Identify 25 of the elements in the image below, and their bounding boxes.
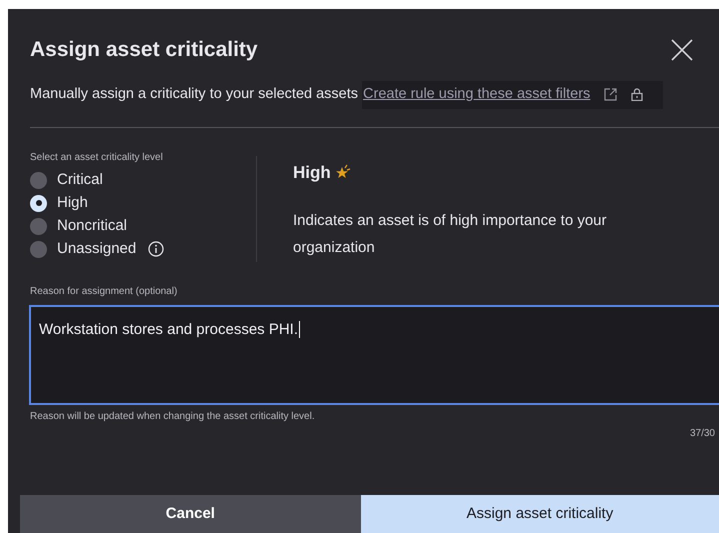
helper-text: Reason will be updated when changing the asset criticality level. <box>29 410 316 424</box>
radio-button[interactable] <box>30 218 47 234</box>
level-description: Indicates an asset is of high importance to your organization <box>293 211 608 258</box>
level-title: High <box>293 162 331 184</box>
reason-text: Workstation stores and processes PHI. <box>39 320 300 338</box>
radio-label[interactable]: High <box>57 192 88 214</box>
lock-icon <box>631 88 644 101</box>
cancel-button[interactable]: Cancel <box>20 495 361 533</box>
field-label: Select an asset criticality level <box>30 150 164 164</box>
radio-label[interactable]: Critical <box>57 168 103 192</box>
reason-textarea[interactable]: Workstation stores and processes PHI. <box>29 304 719 404</box>
radio-button[interactable] <box>30 194 47 212</box>
radio-label[interactable]: Unassigned <box>57 238 136 260</box>
character-count: 37/30 <box>690 426 715 440</box>
create-rule-link[interactable]: Create rule using these asset filters <box>362 84 590 106</box>
field-label: Reason for assignment (optional) <box>29 284 178 298</box>
assign-button[interactable]: Assign asset criticality <box>360 495 719 533</box>
radio-button[interactable] <box>30 172 47 188</box>
external-link-icon[interactable] <box>604 88 618 101</box>
radio-label[interactable]: Noncritical <box>57 214 128 238</box>
radio-button[interactable] <box>30 240 47 258</box>
dialog-title: Assign asset criticality <box>30 37 258 63</box>
subtitle: Manually assign a criticality to your selected assets <box>30 84 358 104</box>
info-icon[interactable] <box>148 241 164 257</box>
close-icon[interactable] <box>671 38 693 61</box>
